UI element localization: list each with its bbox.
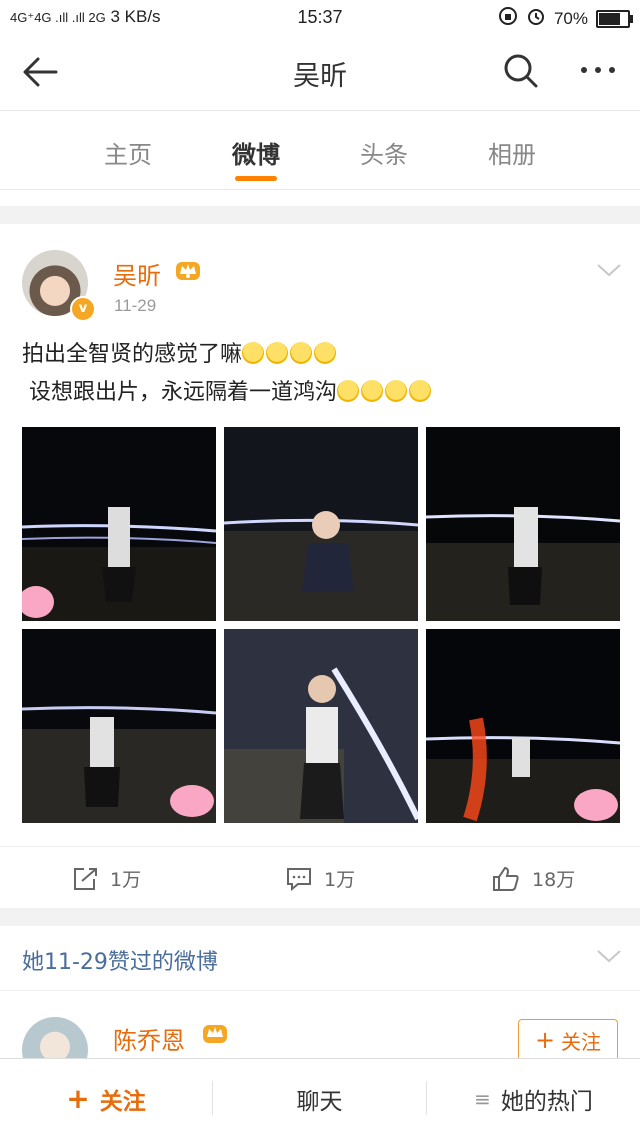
repost-icon: [74, 867, 97, 890]
chat-button[interactable]: 聊天: [213, 1059, 426, 1138]
chat-label: 聊天: [296, 1088, 343, 1115]
plus-icon: +: [66, 1082, 90, 1115]
feed-gap: [0, 190, 640, 206]
post-photo[interactable]: [224, 427, 418, 621]
verified-badge-icon: v: [70, 296, 96, 322]
photo-grid: [22, 427, 620, 823]
emoji-icon: [409, 380, 431, 402]
profile-tabs: 主页 微博 头条 相册: [0, 111, 640, 190]
post-date: 11-29: [114, 296, 157, 315]
post-photo[interactable]: [426, 427, 620, 621]
like-count: 18万: [532, 869, 576, 891]
comment-count: 1万: [324, 869, 356, 891]
repost-count: 1万: [110, 869, 142, 891]
more-options-icon[interactable]: [576, 50, 620, 90]
post-photo[interactable]: [224, 629, 418, 823]
like-button[interactable]: 18万: [492, 865, 575, 892]
emoji-icon: [290, 342, 313, 364]
repost-button[interactable]: 1万: [72, 865, 141, 892]
liked-section-title: 她11-29赞过的微博: [22, 950, 218, 975]
bottom-action-bar: + 关注 聊天 ≡ 她的热门: [0, 1058, 640, 1138]
comment-icon: [287, 867, 311, 891]
chevron-down-icon[interactable]: [596, 948, 622, 968]
tab-album[interactable]: 相册: [488, 135, 536, 170]
battery-icon: [596, 9, 633, 28]
post-line-1: 拍出全智贤的感觉了嘛: [22, 336, 622, 374]
post-text: 拍出全智贤的感觉了嘛 设想跟出片，永远隔着一道鸿沟: [22, 336, 622, 412]
post-line-2: 设想跟出片，永远隔着一道鸿沟: [22, 374, 622, 412]
follow-button[interactable]: + 关注: [0, 1059, 212, 1138]
hot-posts-label: 她的热门: [500, 1088, 593, 1115]
post-photo[interactable]: [22, 629, 216, 823]
page-title: 吴昕: [293, 61, 347, 92]
follow-label: 关注: [561, 1029, 602, 1054]
tab-home[interactable]: 主页: [104, 135, 152, 170]
emoji-icon: [242, 342, 265, 364]
post-photo[interactable]: [426, 629, 620, 823]
follow-user-button[interactable]: + 关注: [518, 1019, 618, 1061]
status-bar: 4G⁺4G .ıll .ıll 2G 3 KB/s 15:37 70%: [0, 0, 640, 34]
chevron-down-icon[interactable]: [596, 262, 622, 282]
liked-section-header[interactable]: 她11-29赞过的微博: [0, 926, 640, 991]
post-card[interactable]: v 吴昕 11-29 拍出全智贤的感觉了嘛 设想跟出片，永远隔着一道鸿沟 1万 …: [0, 224, 640, 908]
crown-icon: [202, 1021, 228, 1049]
status-right: 70%: [498, 6, 633, 31]
tab-weibo[interactable]: 微博: [232, 135, 280, 170]
alarm-icon: [526, 6, 546, 31]
post-actions: 1万 1万 18万: [0, 846, 640, 909]
hot-posts-button[interactable]: ≡ 她的热门: [427, 1059, 640, 1138]
emoji-icon: [337, 380, 359, 402]
crown-icon: [174, 258, 202, 286]
menu-icon: ≡: [474, 1086, 491, 1111]
emoji-icon: [314, 342, 337, 364]
post-photo[interactable]: [22, 427, 216, 621]
comment-button[interactable]: 1万: [286, 865, 355, 892]
liked-author-name[interactable]: 陈乔恩: [113, 1021, 185, 1056]
nav-bar: 吴昕: [0, 34, 640, 111]
emoji-icon: [266, 342, 289, 364]
thumbs-up-icon: [493, 866, 519, 891]
emoji-icon: [385, 380, 407, 402]
lock-rotation-icon: [498, 6, 518, 31]
liked-post-card[interactable]: 陈乔恩 + 关注: [0, 991, 640, 1083]
emoji-icon: [361, 380, 383, 402]
battery-percent: 70%: [553, 8, 588, 28]
active-tab-indicator: [235, 176, 277, 181]
search-icon[interactable]: [500, 50, 540, 90]
tab-headlines[interactable]: 头条: [360, 135, 408, 170]
plus-icon: +: [534, 1026, 556, 1054]
author-name[interactable]: 吴昕: [113, 256, 161, 291]
follow-label: 关注: [99, 1088, 146, 1115]
